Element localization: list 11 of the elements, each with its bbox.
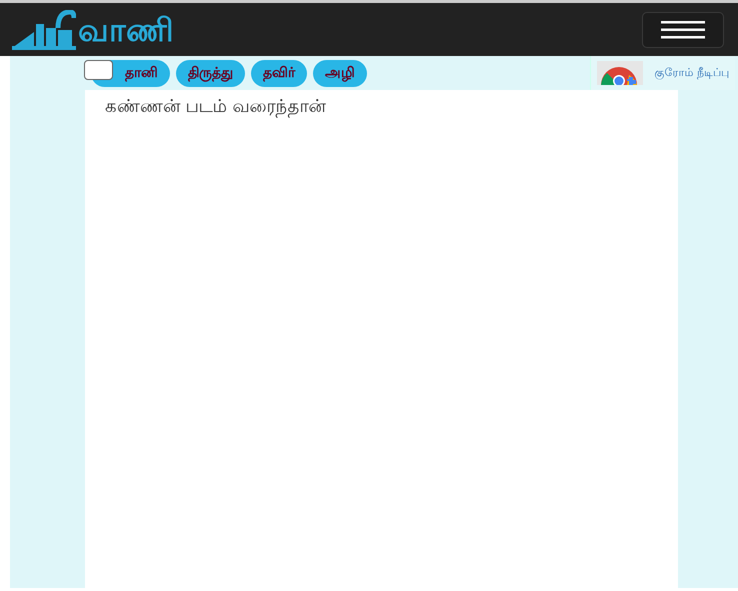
toolbar-button[interactable]: தவிர் [251, 60, 307, 86]
logo-drawing [12, 10, 76, 50]
toolbar-button[interactable]: அழி [313, 60, 367, 86]
menu-button[interactable] [642, 12, 724, 48]
text-editor[interactable]: கண்ணன் படம் வரைந்தான் [85, 90, 678, 588]
checkbox[interactable] [84, 60, 113, 80]
menu-icon [661, 20, 705, 38]
site-logo[interactable]: வாணி [78, 10, 174, 50]
browser-extension-icon [596, 61, 642, 85]
toolbar-button[interactable]: திருத்து [176, 60, 245, 86]
editor-text: கண்ணன் படம் வரைந்தான் [105, 96, 326, 117]
